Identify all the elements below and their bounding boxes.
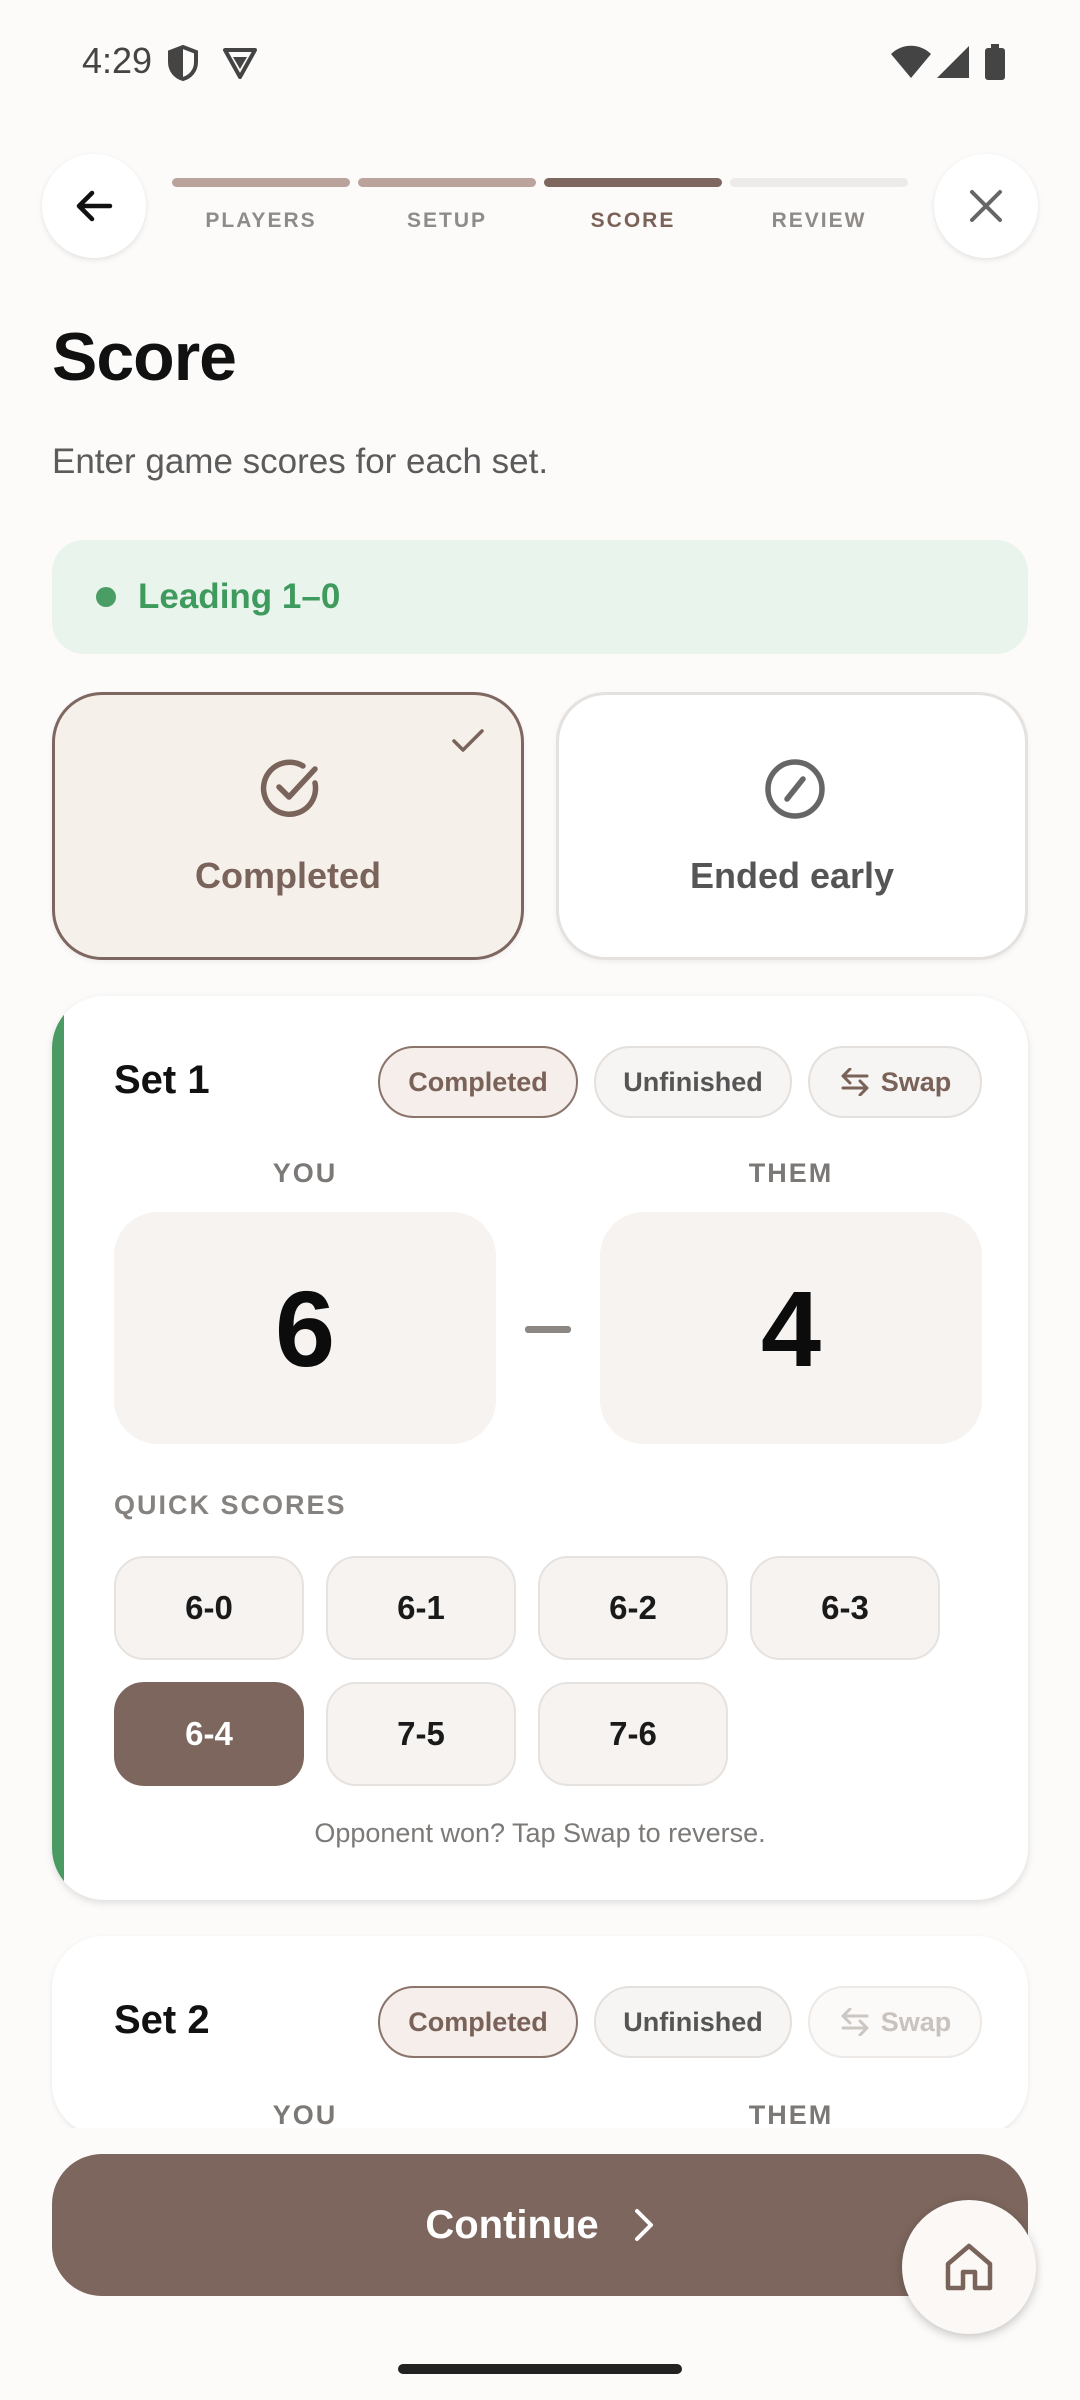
quick-scores-label: QUICK SCORES xyxy=(114,1490,347,1520)
outcome-completed-card[interactable]: Completed xyxy=(52,692,524,960)
status-bar: 4:29 xyxy=(0,0,1080,130)
shield-icon xyxy=(168,44,198,82)
swap-button[interactable]: Swap xyxy=(808,1046,982,1118)
continue-button[interactable]: Continue xyxy=(52,2154,1028,2296)
quick-score-button[interactable]: 7-6 xyxy=(538,1682,728,1786)
swap-label: Swap xyxy=(880,1066,952,1097)
step-label-review: REVIEW xyxy=(771,209,867,232)
set-title: Set 2 xyxy=(114,1998,210,2042)
home-button[interactable] xyxy=(902,2200,1036,2334)
set-status-completed-chip[interactable]: Completed xyxy=(378,1986,578,2058)
quick-score-button[interactable]: 6-3 xyxy=(750,1556,940,1660)
status-time: 4:29 xyxy=(82,40,153,81)
outcome-ended-early-card[interactable]: Ended early xyxy=(556,692,1028,960)
them-label: THEM xyxy=(748,2100,834,2130)
swap-hint: Opponent won? Tap Swap to reverse. xyxy=(314,1818,766,1848)
step-bar-review xyxy=(730,178,908,187)
set-status-unfinished-chip[interactable]: Unfinished xyxy=(594,1046,792,1118)
swap-icon xyxy=(841,2008,869,2036)
set-status-unfinished-chip[interactable]: Unfinished xyxy=(594,1986,792,2058)
step-label-score: SCORE xyxy=(590,209,676,232)
them-score-input[interactable]: 4 xyxy=(600,1212,982,1444)
progress-stepper: PLAYERS SETUP SCORE REVIEW xyxy=(172,178,908,233)
quick-score-button[interactable]: 6-0 xyxy=(114,1556,304,1660)
arrow-left-icon xyxy=(76,190,113,222)
lead-status-banner: Leading 1–0 xyxy=(52,540,1028,654)
gesture-nav-bar[interactable] xyxy=(398,2364,682,2374)
close-button[interactable] xyxy=(934,154,1038,258)
step-bar-players xyxy=(172,178,350,187)
step-bar-score xyxy=(544,178,722,187)
wifi-icon xyxy=(891,45,931,78)
you-label: YOU xyxy=(272,2100,338,2130)
score-separator xyxy=(525,1326,571,1333)
check-circle-icon xyxy=(260,759,319,817)
page-subtitle: Enter game scores for each set. xyxy=(52,442,549,481)
set-1-card: Set 1 Completed Unfinished Swap YOU THEM… xyxy=(52,996,1028,1900)
step-label-setup: SETUP xyxy=(406,209,487,232)
battery-icon xyxy=(985,44,1005,80)
set-title: Set 1 xyxy=(114,1058,210,1102)
checkmark-icon xyxy=(452,729,484,752)
quick-score-button[interactable]: 6-2 xyxy=(538,1556,728,1660)
outcome-ended-early-label: Ended early xyxy=(689,855,895,896)
page-title: Score xyxy=(52,319,237,395)
quick-score-button[interactable]: 6-1 xyxy=(326,1556,516,1660)
continue-label: Continue xyxy=(425,2202,599,2247)
block-icon xyxy=(765,759,825,819)
swap-label: Swap xyxy=(880,2006,952,2037)
status-dot xyxy=(96,587,116,607)
home-icon xyxy=(945,2243,993,2291)
back-button[interactable] xyxy=(42,154,146,258)
set-status-completed-chip[interactable]: Completed xyxy=(378,1046,578,1118)
lead-status-text: Leading 1–0 xyxy=(138,577,341,616)
close-icon xyxy=(970,190,1002,222)
cell-signal-icon xyxy=(937,46,969,78)
you-label: YOU xyxy=(272,1158,338,1188)
outcome-completed-label: Completed xyxy=(194,855,381,896)
quick-score-button-selected[interactable]: 6-4 xyxy=(114,1682,304,1786)
chevron-right-icon xyxy=(634,2209,653,2241)
step-label-players: PLAYERS xyxy=(205,209,317,232)
them-label: THEM xyxy=(748,1158,834,1188)
quick-score-button[interactable]: 7-5 xyxy=(326,1682,516,1786)
set-2-card: Set 2 Completed Unfinished Swap YOU THEM xyxy=(52,1936,1028,2136)
swap-button[interactable]: Swap xyxy=(808,1986,982,2058)
step-bar-setup xyxy=(358,178,536,187)
swap-icon xyxy=(841,1068,869,1096)
vpn-icon xyxy=(223,48,257,79)
you-score-input[interactable]: 6 xyxy=(114,1212,496,1444)
